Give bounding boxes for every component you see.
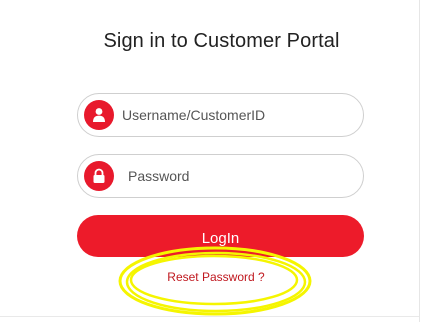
password-field[interactable] xyxy=(77,154,364,198)
login-button[interactable]: LogIn xyxy=(77,215,364,257)
username-input[interactable] xyxy=(122,94,352,136)
login-button-label: LogIn xyxy=(201,229,240,247)
user-icon xyxy=(84,100,114,130)
reset-password-link[interactable]: Reset Password ? xyxy=(140,270,292,284)
page-title: Sign in to Customer Portal xyxy=(103,30,340,52)
bottom-divider xyxy=(0,316,419,317)
password-input[interactable] xyxy=(128,155,353,197)
lock-icon xyxy=(84,161,114,191)
username-field[interactable] xyxy=(77,93,364,137)
